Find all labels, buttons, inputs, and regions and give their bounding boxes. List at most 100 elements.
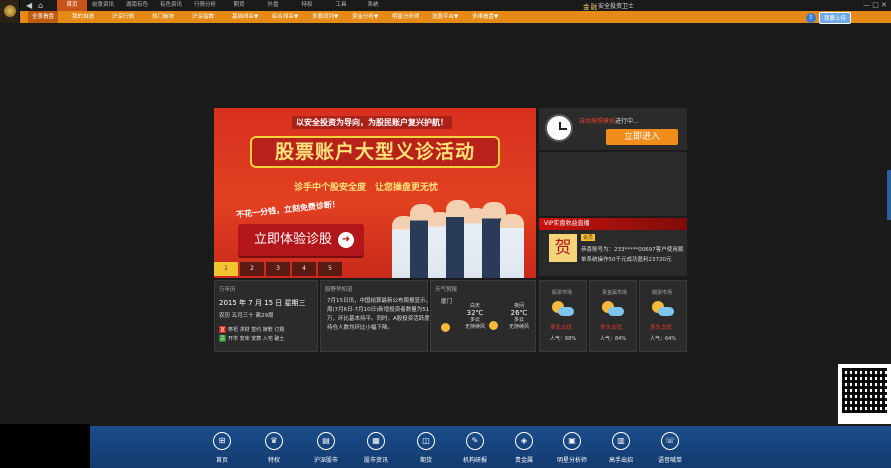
sun-cloud-icon — [552, 301, 574, 317]
banner-tabs: 1 2 3 4 5 — [214, 262, 342, 276]
nav-item-screener[interactable]: 选股平台▼ — [432, 11, 458, 23]
banner-tab[interactable]: 4 — [292, 262, 316, 276]
nav-item-market[interactable]: 沪深行情 — [112, 11, 134, 23]
bottom-item-voice[interactable]: ☏ 语音喊单 — [650, 426, 690, 468]
market-card-stock[interactable]: 股票市场 多头占优 人气：68% — [539, 280, 587, 352]
weather-title: 天气预报 — [435, 287, 458, 293]
nav-item-watchlist[interactable]: 我的自选 — [72, 11, 94, 23]
app-logo — [0, 0, 20, 23]
menu-foreign[interactable]: 外盘 — [258, 0, 288, 11]
menu-tools[interactable]: 工具 — [326, 0, 356, 11]
empty-panel — [539, 152, 687, 216]
news-icon: ▦ — [367, 432, 385, 450]
gold-icon: ◈ — [515, 432, 533, 450]
market-signal: 多头占优 — [550, 325, 573, 331]
live-panel: 自动按照模拟进行中... 立即进入 — [539, 108, 687, 150]
bottom-item-privilege[interactable]: ♛ 特权 — [254, 426, 294, 468]
live-status: 自动按照模拟进行中... — [579, 118, 639, 125]
nav-item-multi-stock[interactable]: 多股同列▼ — [312, 11, 338, 23]
nav-item-combined-rank[interactable]: 综合排名▼ — [272, 11, 298, 23]
bottom-item-metals[interactable]: ◈ 贵金属 — [504, 426, 544, 468]
home-icon[interactable]: ⌂ — [38, 1, 43, 10]
market-signal: 多头占优 — [600, 325, 623, 331]
nav-item-analyst[interactable]: 明星分析师 — [392, 11, 420, 23]
market-card-futures[interactable]: 期货市场 多头占优 人气：64% — [639, 280, 687, 352]
market-popularity: 人气：68% — [550, 336, 577, 342]
qr-code — [838, 364, 891, 424]
sun-cloud-icon — [652, 301, 674, 317]
bottom-item-analyst[interactable]: ▣ 明星分析师 — [552, 426, 592, 468]
news-card[interactable]: 股野早知道 7月15日讯，中国结算最新公布周报显示，上周(7月6日-7月10日)… — [320, 280, 437, 352]
market-name: 贵金属市场 — [602, 290, 628, 296]
arrow-icon: ➜ — [338, 232, 354, 248]
side-scroll-tab[interactable] — [887, 170, 891, 220]
analyst-icon: ▣ — [563, 432, 581, 450]
market-name: 股票市场 — [552, 290, 573, 296]
market-card-metal[interactable]: 贵金属市场 多头占优 人气：84% — [589, 280, 637, 352]
brand-mark: 金融 — [583, 3, 598, 11]
banner-tab[interactable]: 5 — [318, 262, 342, 276]
calendar-title: 万年历 — [219, 287, 236, 293]
lunar-date: 农历 五月三十 离29周 — [219, 313, 274, 319]
upload-button[interactable]: 我要上传 — [819, 11, 852, 24]
nav-item-basic-rank[interactable]: 基础排名▼ — [232, 11, 258, 23]
windows-icon: ⊞ — [213, 432, 231, 450]
menu-system[interactable]: 系统 — [358, 0, 388, 11]
nav-item-index[interactable]: 沪深指数 — [192, 11, 214, 23]
banner-tab[interactable]: 3 — [266, 262, 290, 276]
window-controls[interactable]: — □ ✕ — [863, 1, 887, 9]
nav-item-hot-sectors[interactable]: 热门板块 — [152, 11, 174, 23]
nav-item-overview[interactable]: 全景看盘 — [28, 11, 59, 23]
title-bar: ◀ ⌂ 首页 前景资讯 湖南有色 有色资讯 行情分析 期货 外盘 特权 工具 系… — [0, 0, 891, 23]
nav-item-capital[interactable]: 资金分析▼ — [352, 11, 378, 23]
bottom-item-expert[interactable]: ▥ 高手出招 — [601, 426, 641, 468]
enter-button[interactable]: 立即进入 — [606, 129, 678, 145]
menu-hunan[interactable]: 湖南有色 — [122, 0, 152, 11]
person-image — [500, 214, 524, 278]
futures-icon: ◫ — [417, 432, 435, 450]
banner-tab[interactable]: 2 — [240, 262, 264, 276]
vip-icon: ♛ — [265, 432, 283, 450]
menu-metals[interactable]: 有色资讯 — [156, 0, 186, 11]
menu-home[interactable]: 首页 — [57, 0, 87, 11]
bottom-item-stocks[interactable]: ▤ 沪深股市 — [306, 426, 346, 468]
menu-analysis[interactable]: 行情分析 — [190, 0, 220, 11]
vip-panel: VIP实盘收益直播 贺 会员 恭喜账号为：233*****00697客户使用顺 … — [539, 218, 687, 276]
report-icon: ✎ — [466, 432, 484, 450]
menu-news[interactable]: 前景资讯 — [88, 0, 118, 11]
bottom-item-futures[interactable]: ◫ 期货 — [406, 426, 446, 468]
market-name: 期货市场 — [652, 290, 673, 296]
vip-title: VIP实盘收益直播 — [539, 218, 687, 230]
banner-subline: 诊手中个股安全度 让您操盘更无忧 — [294, 183, 439, 193]
news-title: 股野早知道 — [325, 287, 353, 293]
market-signal: 多头占优 — [650, 325, 673, 331]
weather-city: 厦门 — [441, 299, 453, 305]
banner-tagline: 以安全投资为导向，为股民账户复兴护航！ — [292, 116, 452, 129]
menu-futures[interactable]: 期货 — [224, 0, 254, 11]
upload-icon[interactable]: ⇧ — [806, 12, 816, 23]
sun-cloud-icon — [602, 301, 624, 317]
member-badge: 会员 — [581, 234, 596, 241]
calendar-date: 2015 年 7 月 15 日 星期三 — [219, 299, 306, 307]
weather-card[interactable]: 天气预报 厦门 白天 32℃ 多云 无持续风 夜间 26℃ 多云 无持续风 — [430, 280, 536, 352]
bottom-item-reports[interactable]: ✎ 机构研报 — [455, 426, 495, 468]
congrats-icon: 贺 — [549, 234, 577, 262]
calendar-card[interactable]: 万年历 2015 年 7 月 15 日 星期三 农历 五月三十 离29周 宜祭祀… — [214, 280, 318, 352]
corner-block — [0, 424, 90, 468]
stock-icon: ▤ — [317, 432, 335, 450]
nav-item-multi-view[interactable]: 多维看盘▼ — [472, 11, 498, 23]
back-icon[interactable]: ◀ — [26, 1, 32, 10]
market-popularity: 人气：84% — [600, 336, 627, 342]
market-popularity: 人气：64% — [650, 336, 677, 342]
promo-banner[interactable]: 以安全投资为导向，为股民账户复兴护航！ 股票账户大型义诊活动 诊手中个股安全度 … — [214, 108, 536, 278]
banner-free-text: 不花一分钱，立刻免费诊断！ — [235, 199, 341, 220]
calendar-yi: 宜祭祀 求财 签约 嫁娶 订婚 — [219, 326, 285, 333]
expert-icon: ▥ — [612, 432, 630, 450]
menu-privilege[interactable]: 特权 — [292, 0, 322, 11]
banner-tab[interactable]: 1 — [214, 262, 238, 276]
vip-line-1: 恭喜账号为：233*****00697客户使用顺 — [581, 247, 684, 253]
bottom-item-news[interactable]: ▦ 股市资讯 — [356, 426, 396, 468]
upload-area: ⇧ 我要上传 — [806, 11, 852, 24]
diagnose-button[interactable]: 立即体验诊股 ➜ — [238, 224, 364, 256]
bottom-item-home[interactable]: ⊞ 首页 — [202, 426, 242, 468]
